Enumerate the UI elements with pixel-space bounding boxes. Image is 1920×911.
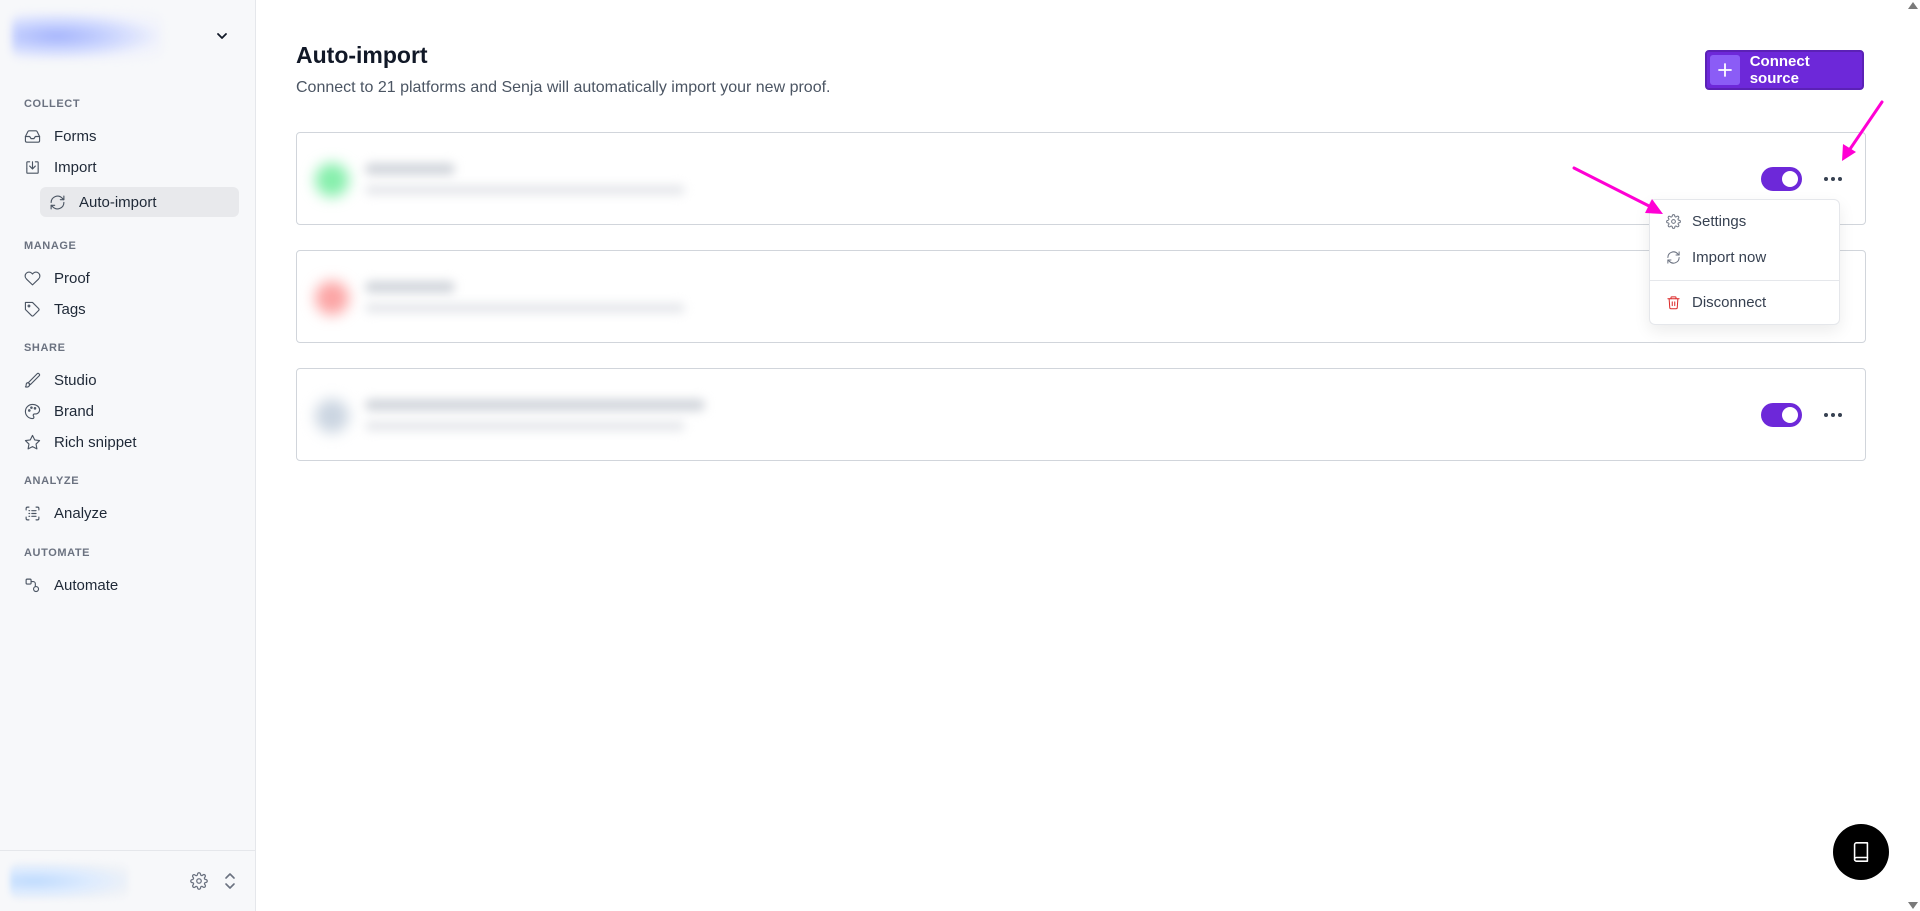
sidebar-item-brand[interactable]: Brand	[14, 396, 239, 426]
connect-source-button[interactable]: Connect source	[1705, 50, 1864, 90]
menu-item-import-now[interactable]: Import now	[1650, 243, 1839, 271]
sidebar-item-label: Studio	[54, 371, 97, 389]
help-docs-button[interactable]	[1833, 824, 1889, 880]
sidebar-item-label: Automate	[54, 576, 119, 594]
annotation-arrow-icon	[1842, 100, 1884, 161]
sidebar: COLLECT Forms Import Auto-import MANAGE …	[0, 0, 256, 911]
gear-icon	[1666, 213, 1681, 229]
page-title: Auto-import	[296, 42, 428, 68]
sidebar-item-label: Auto-import	[79, 193, 157, 211]
palette-icon	[24, 403, 41, 419]
section-manage: MANAGE	[24, 240, 77, 252]
source-description	[365, 421, 685, 431]
menu-item-disconnect[interactable]: Disconnect	[1650, 288, 1839, 316]
source-description	[365, 185, 685, 195]
source-logo	[315, 163, 349, 197]
source-card	[296, 368, 1866, 461]
sidebar-item-forms[interactable]: Forms	[14, 121, 239, 151]
brush-icon	[24, 372, 41, 388]
source-logo	[315, 281, 349, 315]
sidebar-item-tags[interactable]: Tags	[14, 294, 239, 324]
main-content: Auto-import Connect to 21 platforms and …	[257, 0, 1920, 911]
source-name	[365, 281, 455, 293]
scan-list-icon	[25, 506, 40, 520]
sidebar-item-analyze[interactable]: Analyze	[14, 498, 239, 528]
annotation-arrow-icon	[1572, 166, 1663, 214]
more-options-button[interactable]	[1819, 167, 1847, 191]
page-subtitle: Connect to 21 platforms and Senja will a…	[296, 79, 831, 96]
scrollbar-down-arrow[interactable]	[1908, 902, 1918, 909]
connect-source-label: Connect source	[1749, 53, 1810, 87]
more-options-button[interactable]	[1819, 403, 1847, 427]
sidebar-item-label: Forms	[54, 127, 97, 145]
sidebar-item-label: Import	[54, 158, 97, 176]
chevron-up-down-icon[interactable]	[222, 871, 238, 891]
chevron-down-icon	[217, 33, 227, 39]
refresh-icon	[1667, 250, 1680, 264]
source-name	[365, 399, 705, 411]
workflow-icon	[25, 578, 40, 592]
source-name	[365, 163, 455, 175]
book-icon	[1853, 842, 1869, 862]
source-description	[365, 303, 685, 313]
sidebar-item-automate[interactable]: Automate	[14, 570, 239, 600]
menu-divider	[1650, 280, 1839, 281]
sidebar-item-auto-import[interactable]: Auto-import	[40, 187, 239, 217]
sidebar-item-proof[interactable]: Proof	[14, 263, 239, 293]
star-icon	[24, 434, 41, 449]
sidebar-item-label: Proof	[54, 269, 90, 287]
menu-item-label: Disconnect	[1692, 293, 1767, 311]
source-options-menu: Settings Import now Disconnect	[1649, 199, 1840, 325]
more-horizontal-icon	[1824, 177, 1842, 181]
inbox-icon	[24, 129, 41, 143]
sidebar-item-label: Analyze	[54, 504, 108, 522]
menu-item-label: Settings	[1692, 212, 1747, 230]
trash-icon	[1667, 295, 1680, 309]
refresh-icon	[50, 195, 65, 209]
menu-item-label: Import now	[1692, 248, 1767, 266]
workspace-avatar	[12, 12, 162, 60]
source-logo	[315, 399, 349, 433]
gear-icon[interactable]	[190, 872, 208, 890]
import-icon	[26, 160, 39, 174]
menu-item-settings[interactable]: Settings	[1650, 207, 1839, 235]
sidebar-item-studio[interactable]: Studio	[14, 365, 239, 395]
sidebar-item-rich-snippet[interactable]: Rich snippet	[14, 427, 239, 457]
section-automate: AUTOMATE	[24, 547, 91, 559]
sidebar-item-label: Rich snippet	[54, 433, 137, 451]
section-collect: COLLECT	[24, 98, 81, 110]
workspace-switcher[interactable]	[8, 8, 244, 64]
source-toggle[interactable]	[1761, 403, 1802, 427]
tag-icon	[24, 301, 40, 317]
sidebar-footer	[0, 850, 256, 911]
source-card	[296, 250, 1866, 343]
section-analyze: ANALYZE	[24, 475, 80, 487]
plus-icon	[1710, 55, 1740, 85]
sidebar-item-label: Brand	[54, 402, 95, 420]
sidebar-item-import[interactable]: Import	[14, 152, 239, 182]
sidebar-item-label: Tags	[54, 300, 86, 318]
user-account[interactable]	[10, 863, 128, 899]
section-share: SHARE	[24, 342, 66, 354]
more-horizontal-icon	[1824, 413, 1842, 417]
heart-icon	[24, 271, 41, 285]
source-toggle[interactable]	[1761, 167, 1802, 191]
scrollbar-up-arrow[interactable]	[1908, 2, 1918, 9]
